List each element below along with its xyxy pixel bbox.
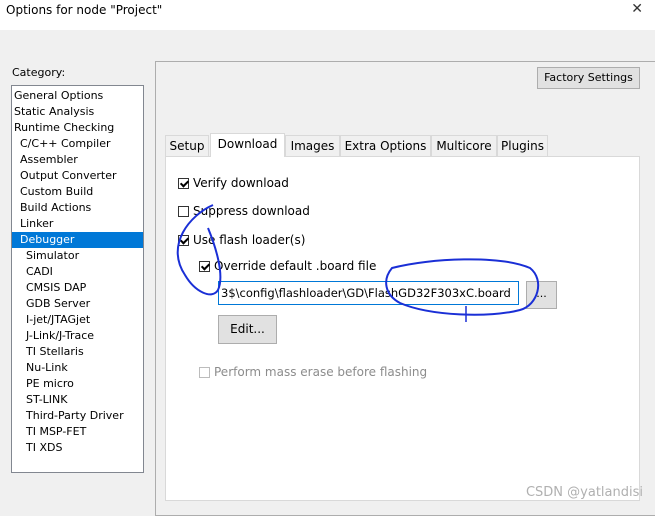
category-item-st-link[interactable]: ST-LINK [12,392,143,408]
verify-download-checkbox[interactable]: Verify download [178,176,289,190]
category-item-nu-link[interactable]: Nu-Link [12,360,143,376]
browse-button[interactable]: ... [526,281,557,309]
category-item-cmsis-dap[interactable]: CMSIS DAP [12,280,143,296]
category-item-general-options[interactable]: General Options [12,88,143,104]
verify-download-label: Verify download [193,176,289,190]
use-flash-loader-checkbox[interactable]: Use flash loader(s) [178,233,305,247]
category-item-assembler[interactable]: Assembler [12,152,143,168]
tab-images[interactable]: Images [285,135,340,156]
category-item-ti-msp-fet[interactable]: TI MSP-FET [12,424,143,440]
edit-button[interactable]: Edit... [218,315,277,344]
tab-extra-options[interactable]: Extra Options [340,135,431,156]
category-item-simulator[interactable]: Simulator [12,248,143,264]
tab-setup[interactable]: Setup [165,135,209,156]
factory-settings-button[interactable]: Factory Settings [537,67,640,89]
close-icon[interactable]: ✕ [631,1,643,17]
category-list[interactable]: General Options Static Analysis Runtime Ch… [11,85,144,473]
use-flash-loader-label: Use flash loader(s) [193,233,306,247]
tab-download[interactable]: Download [210,133,285,157]
category-item-cadi[interactable]: CADI [12,264,143,280]
category-item-debugger[interactable]: Debugger [12,232,143,248]
category-item-i-jet-jtagjet[interactable]: I-jet/JTAGjet [12,312,143,328]
category-item-third-party-driver[interactable]: Third-Party Driver [12,408,143,424]
category-item-gdb-server[interactable]: GDB Server [12,296,143,312]
category-item-runtime-checking[interactable]: Runtime Checking [12,120,143,136]
category-item-c-c-compiler[interactable]: C/C++ Compiler [12,136,143,152]
watermark: CSDN @yatlandisi [525,485,643,500]
board-file-path-input[interactable]: 3$\config\flashloader\GD\FlashGD32F303xC… [218,281,519,305]
override-board-file-check-icon[interactable] [199,260,210,272]
mass-erase-label: Perform mass erase before flashing [214,365,428,379]
category-item-j-link-j-trace[interactable]: J-Link/J-Trace [12,328,143,344]
suppress-download-check-icon[interactable] [178,205,189,217]
category-item-build-actions[interactable]: Build Actions [12,200,143,216]
suppress-download-label: Suppress download [193,204,310,218]
verify-download-check-icon[interactable] [178,177,189,189]
window-title: Options for node "Project" [6,3,163,17]
mass-erase-checkbox: Perform mass erase before flashing [199,365,427,379]
category-item-static-analysis[interactable]: Static Analysis [12,104,143,120]
category-item-ti-xds[interactable]: TI XDS [12,440,143,456]
override-board-file-checkbox[interactable]: Override default .board file [199,259,376,273]
category-item-custom-build[interactable]: Custom Build [12,184,143,200]
tab-plugins[interactable]: Plugins [497,135,548,156]
mass-erase-check-icon [199,366,210,378]
suppress-download-checkbox[interactable]: Suppress download [178,204,310,218]
use-flash-loader-check-icon[interactable] [178,234,189,246]
category-item-pe-micro[interactable]: PE micro [12,376,143,392]
category-item-output-converter[interactable]: Output Converter [12,168,143,184]
category-item-ti-stellaris[interactable]: TI Stellaris [12,344,143,360]
tab-multicore[interactable]: Multicore [431,135,497,156]
title-bar: Options for node "Project" ✕ [0,0,655,30]
override-board-file-label: Override default .board file [214,259,377,273]
category-label: Category: [12,66,66,79]
category-item-linker[interactable]: Linker [12,216,143,232]
